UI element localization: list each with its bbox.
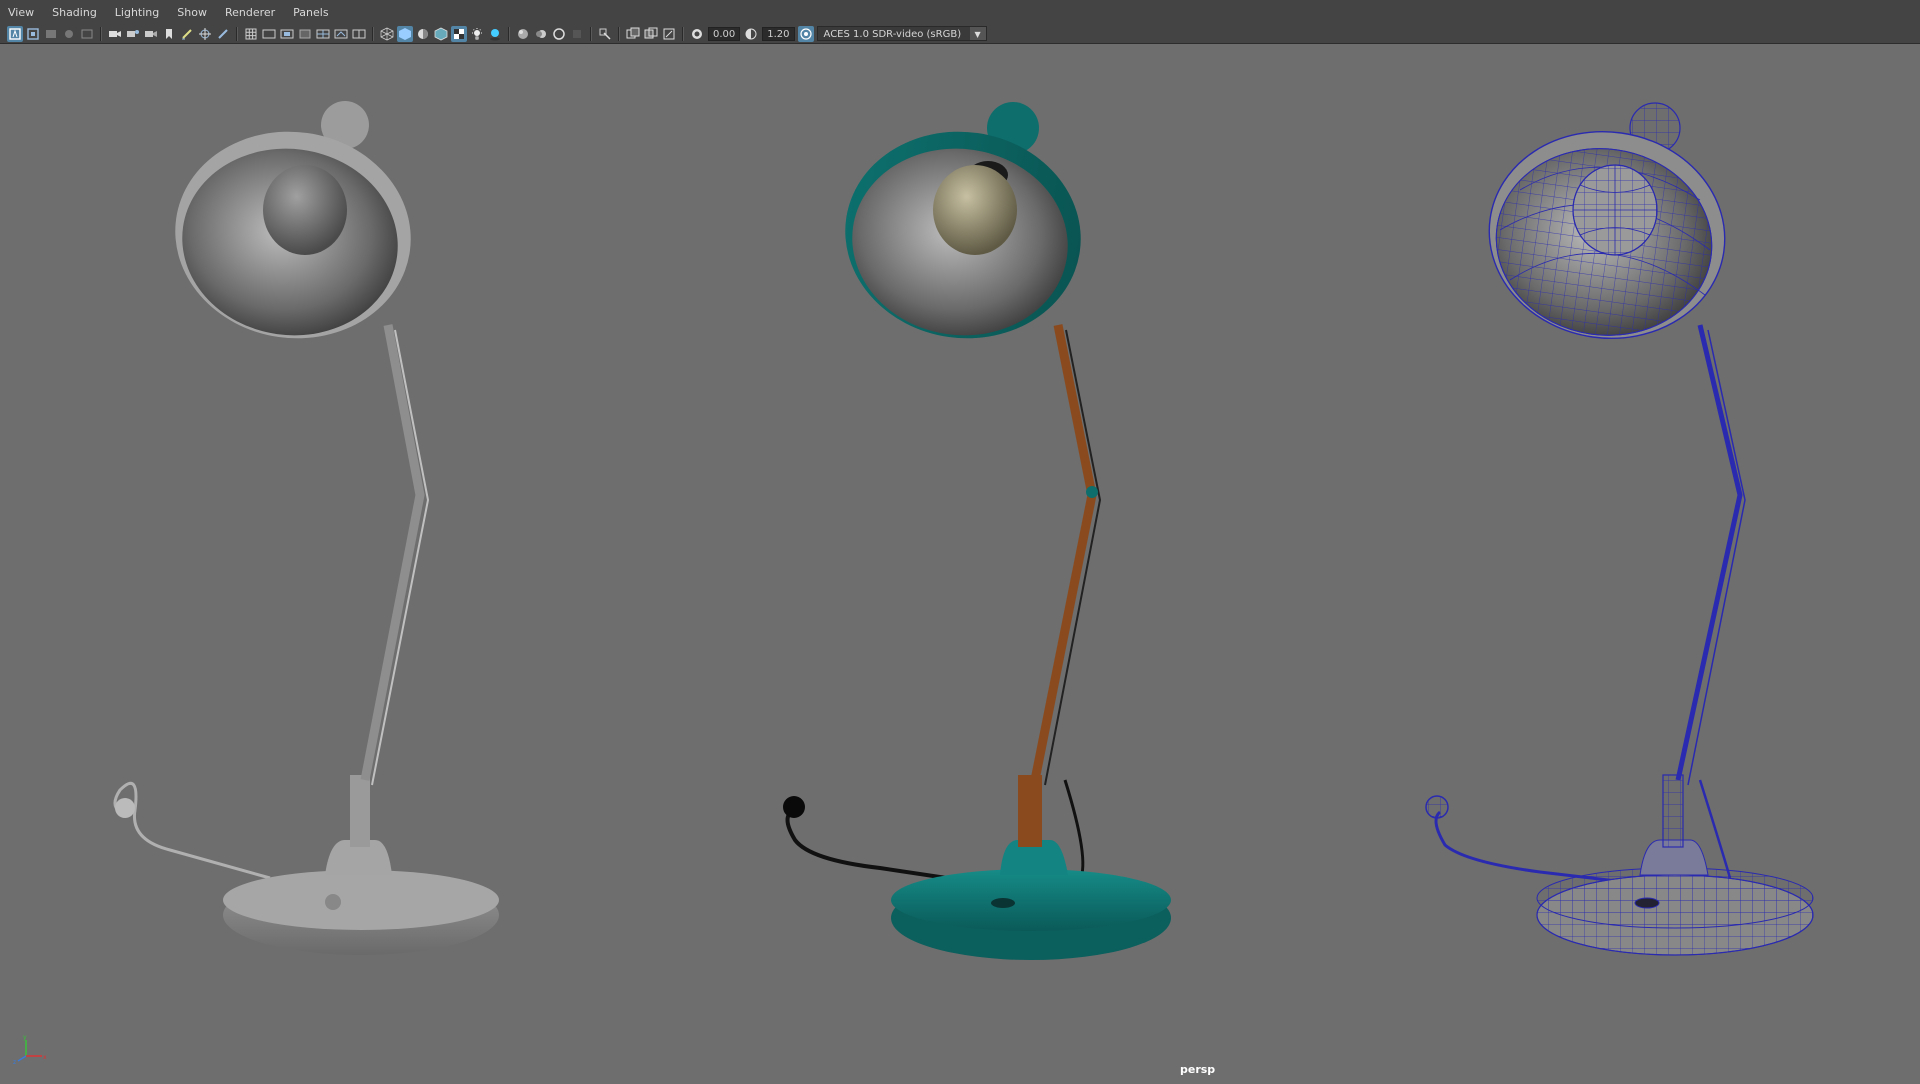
lights-icon[interactable] [469,26,485,42]
default-material-icon[interactable] [415,26,431,42]
lamp-cord [113,781,271,880]
lamp-bulb [263,165,347,255]
lamp-post [350,775,370,847]
color-space-dropdown[interactable]: ACES 1.0 SDR-video (sRGB) ▼ [816,26,987,41]
pencil-icon[interactable] [215,26,231,42]
bookmark-flag-icon[interactable] [161,26,177,42]
isolate-select-icon[interactable] [597,26,613,42]
image-plane-icon[interactable] [61,26,77,42]
lamp-post [1662,774,1684,848]
lamp-textured[interactable] [783,102,1171,960]
gamma-icon[interactable] [743,26,759,42]
lamp-shaded[interactable] [113,101,499,955]
lamp-arm [360,324,425,781]
field-chart-icon[interactable] [315,26,331,42]
screen-space-ao-icon[interactable] [515,26,531,42]
resolution-gate-icon[interactable] [279,26,295,42]
xray-icon[interactable] [625,26,641,42]
film-gate-icon[interactable] [79,26,95,42]
panel-toolbar: 0.00 1.20 ACES 1.0 SDR-video (sRGB) ▼ [0,24,1920,44]
menu-show[interactable]: Show [168,0,216,24]
lamp-plug [783,796,805,818]
bookmark-icon[interactable] [43,26,59,42]
2d-pan-zoom-icon[interactable] [197,26,213,42]
xray-active-components-icon[interactable] [643,26,659,42]
depth-of-field-icon[interactable] [569,26,585,42]
axis-label-y: y [23,1034,27,1041]
lamp-plug [115,798,135,818]
textured-icon[interactable] [451,25,467,42]
exposure-icon[interactable] [689,26,705,42]
panel-menubar: View Shading Lighting Show Renderer Pane… [0,0,1920,24]
toolbar-separator [682,26,684,41]
color-management-icon[interactable] [797,25,814,42]
toolbar-separator [508,26,510,41]
lamp-arm [1030,324,1097,781]
axis-label-z: z [13,1059,16,1064]
wireframe-icon[interactable] [379,26,395,42]
shadows-icon[interactable] [487,26,503,42]
menu-renderer[interactable]: Renderer [216,0,284,24]
chevron-down-icon[interactable]: ▼ [969,27,986,40]
camera-lock-icon[interactable] [125,26,141,42]
menu-shading[interactable]: Shading [43,0,106,24]
toolbar-separator [590,26,592,41]
grease-pencil-icon[interactable] [179,26,195,42]
viewport-scene [113,101,1814,960]
color-space-label: ACES 1.0 SDR-video (sRGB) [823,29,962,40]
menu-view[interactable]: View [0,0,43,24]
toolbar-separator [372,26,374,41]
axis-label-x: x [43,1054,47,1061]
3d-viewport[interactable]: y x z [0,44,1920,1080]
axis-gizmo-icon: y x z [13,1034,47,1064]
safe-action-icon[interactable] [333,26,349,42]
lamp-plug [1425,795,1449,819]
lamp-wireframe[interactable] [1425,102,1814,956]
camera-view-icon[interactable] [143,26,159,42]
film-gate-toggle-icon[interactable] [261,26,277,42]
gate-mask-icon[interactable] [297,26,313,42]
lamp-bulb [933,165,1017,255]
menu-lighting[interactable]: Lighting [106,0,168,24]
lamp-arm [1675,324,1743,781]
camera-icon[interactable] [107,26,123,42]
lamp-cord [1434,810,1626,884]
gamma-field[interactable]: 1.20 [762,26,795,41]
xray-joints-icon[interactable] [661,26,677,42]
safe-title-icon[interactable] [351,26,367,42]
exposure-field[interactable]: 0.00 [708,26,741,41]
anti-aliasing-icon[interactable] [551,26,567,42]
lamp-post [1018,775,1042,847]
toolbar-separator [618,26,620,41]
toolbar-separator [100,26,102,41]
select-camera-icon[interactable] [7,25,23,42]
camera-attributes-icon[interactable] [25,26,41,42]
menu-panels[interactable]: Panels [284,0,337,24]
motion-blur-icon[interactable] [533,26,549,42]
grid-icon[interactable] [243,26,259,42]
camera-name-label: persp [1180,1063,1216,1076]
toolbar-separator [236,26,238,41]
wireframe-on-shaded-icon[interactable] [433,26,449,42]
lamp-cord [785,808,961,882]
smooth-shade-icon[interactable] [397,25,413,42]
